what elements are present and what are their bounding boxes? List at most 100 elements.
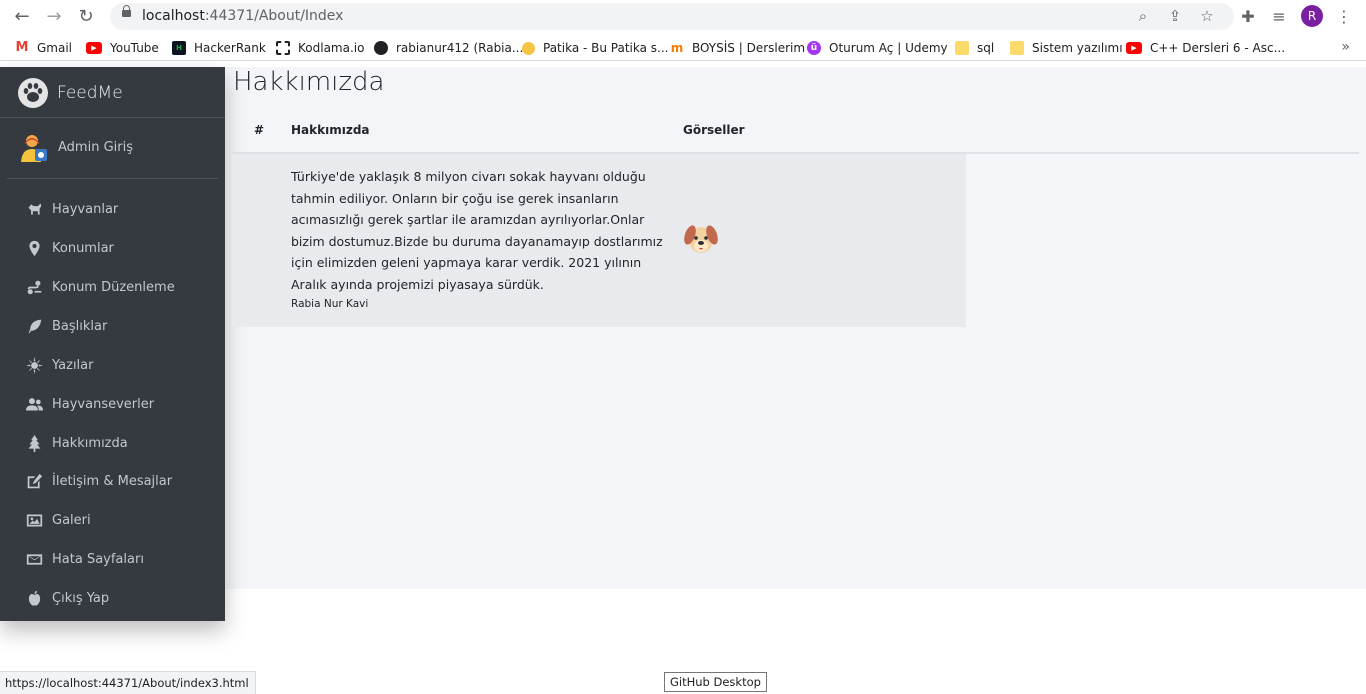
bookmark-label: sql	[977, 41, 995, 55]
sidebar-item-konumlar[interactable]: Konumlar	[8, 230, 217, 266]
share-icon[interactable]: ⇪	[1165, 6, 1185, 26]
bookmark-label: Oturum Aç | Udemy	[829, 41, 948, 55]
folder-icon	[955, 41, 969, 55]
bookmarks-bar: M Gmail ▶ YouTube H HackerRank Kodlama.i…	[0, 34, 1366, 61]
sun-icon	[24, 355, 44, 375]
sidebar-item-yazilar[interactable]: Yazılar	[8, 347, 217, 383]
paw-icon	[18, 78, 48, 108]
sidebar-item-konum-duzenleme[interactable]: Konum Düzenleme	[8, 269, 217, 305]
feather-icon	[24, 316, 44, 336]
youtube-icon: ▶	[1126, 42, 1142, 54]
user-name: Admin Giriş	[58, 140, 133, 155]
extensions-icon[interactable]: ✚	[1237, 6, 1259, 28]
page-title: Hakkımızda	[233, 67, 385, 97]
bookmarks-overflow-icon[interactable]: »	[1341, 39, 1350, 55]
bookmark-github[interactable]: rabianur412 (Rabia...	[374, 39, 523, 57]
bookmark-label: C++ Dersleri 6 - Asc...	[1150, 41, 1286, 55]
sidebar-item-hayvanseverler[interactable]: Hayvanseverler	[8, 386, 217, 422]
gmail-icon: M	[15, 40, 29, 55]
sidebar-item-label: Konum Düzenleme	[52, 279, 175, 295]
bookmark-label: Kodlama.io	[298, 41, 365, 55]
back-arrow-icon[interactable]: ←	[10, 5, 34, 29]
users-icon	[24, 394, 44, 414]
lock-icon[interactable]	[122, 5, 131, 17]
bookmark-label: Gmail	[37, 41, 73, 55]
brand-text: FeedMe	[57, 83, 123, 103]
bookmark-sistem[interactable]: Sistem yazılımı	[1010, 39, 1123, 57]
bookmark-label: rabianur412 (Rabia...	[396, 41, 524, 55]
column-header-number: #	[254, 123, 265, 137]
route-icon	[24, 277, 44, 297]
zoom-icon[interactable]: ⌕	[1133, 6, 1153, 26]
about-text: Türkiye'de yaklaşık 8 milyon civarı soka…	[291, 169, 663, 292]
media-queue-icon[interactable]: ≡	[1268, 6, 1290, 28]
profile-avatar[interactable]: R	[1301, 5, 1323, 27]
bookmark-patika[interactable]: Patika - Bu Patika s...	[522, 39, 668, 57]
bookmark-youtube[interactable]: ▶ YouTube	[86, 39, 159, 57]
kodlama-icon	[276, 41, 290, 55]
patika-icon	[522, 41, 535, 55]
sidebar-item-label: Galeri	[52, 512, 91, 528]
sidebar-item-label: Yazılar	[52, 357, 94, 373]
author-name: Rabia Nur Kavi	[291, 298, 369, 310]
brand-link[interactable]: FeedMe	[0, 67, 225, 118]
bookmark-label: YouTube	[110, 41, 159, 55]
map-marker-icon	[24, 238, 44, 258]
tooltip: GitHub Desktop	[664, 672, 767, 692]
user-panel[interactable]: Admin Giriş	[7, 119, 218, 179]
sidebar-item-label: Hata Sayfaları	[52, 551, 144, 567]
table-row: Türkiye'de yaklaşık 8 milyon civarı soka…	[232, 154, 966, 327]
bookmark-gmail[interactable]: M Gmail	[15, 39, 72, 57]
star-icon[interactable]: ☆	[1197, 6, 1217, 26]
bookmark-sql[interactable]: sql	[955, 39, 994, 57]
sidebar-item-hakkimizda[interactable]: Hakkımızda	[8, 425, 217, 461]
udemy-icon: ü	[807, 41, 821, 55]
sidebar-item-label: Konumlar	[52, 240, 114, 256]
url-path: :44371/About/Index	[204, 8, 344, 24]
bookmark-label: Patika - Bu Patika s...	[543, 41, 669, 55]
tree-icon	[24, 433, 44, 453]
dog-face-icon	[684, 225, 718, 253]
horse-icon	[24, 199, 44, 219]
boysis-icon: m	[670, 41, 684, 55]
bookmark-udemy[interactable]: ü Oturum Aç | Udemy	[807, 39, 948, 57]
sidebar-item-label: İletişim & Mesajlar	[52, 473, 173, 489]
browser-toolbar: ← → ↻ localhost:44371/About/Index ⌕ ⇪ ☆ …	[0, 0, 1366, 34]
hackerrank-icon: H	[172, 41, 186, 55]
envelope-icon	[24, 549, 44, 569]
sidebar-item-hayvanlar[interactable]: Hayvanlar	[8, 191, 217, 227]
sidebar-item-galeri[interactable]: Galeri	[8, 502, 217, 538]
sidebar: FeedMe Admin Giriş Hayvanlar Konumlar Ko…	[0, 67, 225, 621]
sidebar-item-cikis-yap[interactable]: Çıkış Yap	[8, 580, 217, 616]
bookmark-label: Sistem yazılımı	[1032, 41, 1123, 55]
bookmark-label: HackerRank	[194, 41, 266, 55]
sidebar-item-hata-sayfalari[interactable]: Hata Sayfaları	[8, 541, 217, 577]
folder-icon	[1010, 41, 1024, 55]
youtube-icon: ▶	[86, 42, 102, 54]
sidebar-item-label: Hayvanlar	[52, 201, 119, 217]
image-icon	[24, 510, 44, 530]
url-text[interactable]: localhost:44371/About/Index	[142, 8, 343, 24]
status-bar-url: https://localhost:44371/About/index3.htm…	[0, 671, 256, 694]
sidebar-item-label: Başlıklar	[52, 318, 108, 334]
apple-icon	[24, 588, 44, 608]
address-bar[interactable]: localhost:44371/About/Index ⌕ ⇪ ☆	[110, 3, 1234, 30]
menu-kebab-icon[interactable]: ⋮	[1333, 6, 1355, 28]
sidebar-item-label: Hakkımızda	[52, 435, 128, 451]
url-host: localhost	[142, 8, 205, 24]
bookmark-hackerrank[interactable]: H HackerRank	[172, 39, 266, 57]
sidebar-item-label: Çıkış Yap	[52, 590, 110, 606]
sidebar-item-basliklar[interactable]: Başlıklar	[8, 308, 217, 344]
sidebar-item-label: Hayvanseverler	[52, 396, 155, 412]
reload-icon[interactable]: ↻	[74, 5, 98, 29]
bookmark-kodlama[interactable]: Kodlama.io	[276, 39, 364, 57]
column-header-about: Hakkımızda	[291, 123, 370, 137]
forward-arrow-icon[interactable]: →	[42, 5, 66, 29]
bookmark-boysis[interactable]: m BOYSİS | Derslerim	[670, 39, 805, 57]
column-header-images: Görseller	[683, 123, 745, 137]
bookmark-label: BOYSİS | Derslerim	[692, 41, 806, 55]
bookmark-cpp[interactable]: ▶ C++ Dersleri 6 - Asc...	[1126, 39, 1285, 57]
sidebar-item-iletisim[interactable]: İletişim & Mesajlar	[8, 463, 217, 499]
admin-avatar	[21, 135, 47, 162]
github-icon	[374, 41, 388, 55]
